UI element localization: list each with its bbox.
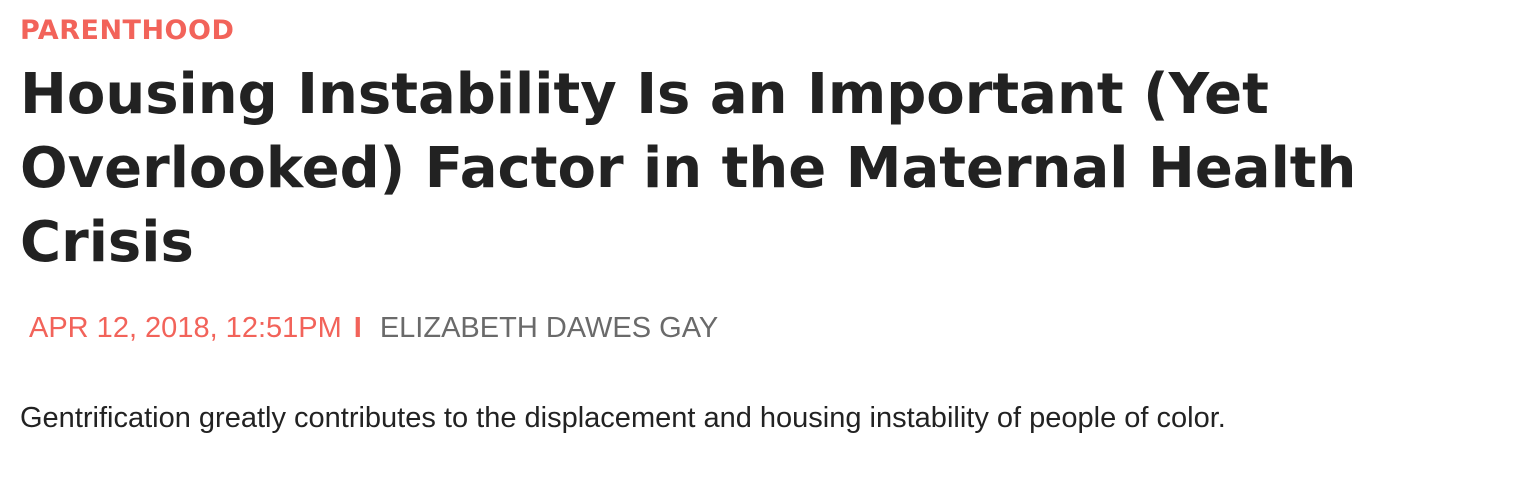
author-link[interactable]: ELIZABETH DAWES GAY: [380, 308, 718, 348]
article-headline: Housing Instability Is an Important (Yet…: [20, 62, 1357, 275]
article-dek: Gentrification greatly contributes to th…: [20, 402, 1226, 434]
publish-date: APR 12, 2018, 12:51PM: [29, 312, 342, 344]
byline: APR 12, 2018, 12:51PM I ELIZABETH DAWES …: [29, 308, 718, 348]
category-link[interactable]: PARENTHOOD: [20, 15, 234, 47]
byline-separator: I: [353, 312, 362, 344]
